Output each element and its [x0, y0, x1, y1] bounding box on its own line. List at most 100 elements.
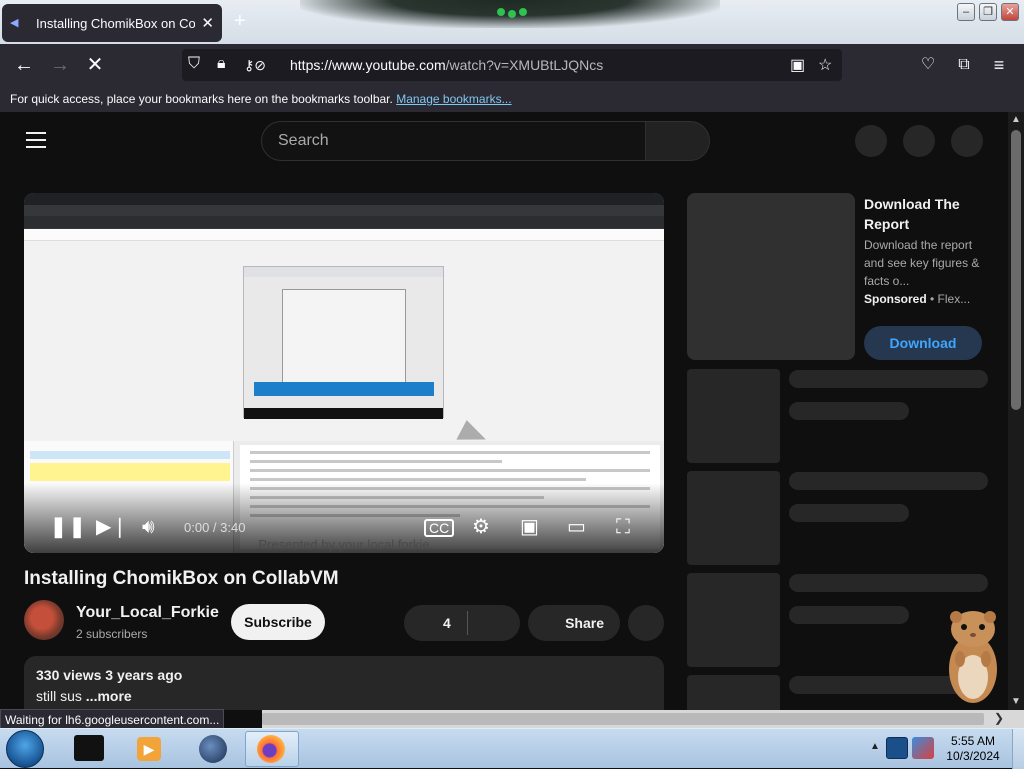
like-count: 4 [443, 615, 451, 631]
next-icon[interactable]: ▶❘ [96, 515, 128, 539]
bookmarks-toolbar: For quick access, place your bookmarks h… [0, 86, 1024, 112]
description-box[interactable]: 330 views 3 years ago still sus ...more [24, 656, 664, 710]
fullscreen-icon[interactable]: ⛶ [616, 515, 630, 539]
back-arrow-icon[interactable]: ← [11, 52, 37, 78]
miniplayer-icon[interactable]: ▣ [520, 515, 539, 539]
indicator-light [508, 10, 516, 18]
forward-arrow-icon[interactable]: → [47, 52, 73, 78]
create-button[interactable] [855, 125, 887, 157]
view-count-date: 330 views 3 years ago [36, 667, 183, 683]
lock-icon[interactable]: 🔒︎ [217, 55, 226, 73]
show-more-link[interactable]: ...more [82, 688, 132, 704]
taskbar-app-terminal[interactable] [62, 731, 116, 767]
recommendation-placeholder-line [789, 402, 909, 420]
account-avatar[interactable] [951, 125, 983, 157]
indicator-light [497, 8, 505, 16]
taskbar-app-media-player[interactable]: ▶ [122, 731, 176, 767]
youtube-page: Search ❚❚ ▶❘ 🔊︎ 0:00 / 3:40 CC ⚙ ▣ ▭ ⛶ P… [0, 112, 1008, 710]
video-caption-text: Presented by your local forkie [258, 537, 430, 552]
menu-icon[interactable]: ≡ [986, 52, 1012, 78]
taskbar: ▶ ▲ 5:55 AM 10/3/2024 [0, 728, 1024, 769]
channel-name[interactable]: Your_Local_Forkie [76, 604, 219, 622]
recommendation-placeholder-line [789, 472, 988, 490]
recommendation-placeholder [687, 369, 780, 463]
volume-icon[interactable]: 🔊︎ [142, 515, 155, 539]
tray-network-icon[interactable] [886, 737, 908, 759]
url-text[interactable]: https://www.youtube.com/watch?v=XMUBtLJQ… [290, 57, 603, 73]
permissions-icon[interactable]: ⚷⊘ [244, 57, 266, 74]
loading-icon: ◀ [10, 17, 19, 29]
taskbar-app-globe[interactable] [186, 731, 240, 767]
video-frame-browser-chrome [24, 193, 664, 229]
description-text: still sus [36, 688, 82, 704]
recommendation-placeholder-line [789, 504, 909, 522]
recommendation-placeholder [687, 675, 780, 710]
channel-avatar[interactable] [24, 600, 64, 640]
tray-volume-icon[interactable] [912, 737, 934, 759]
ad-thumbnail[interactable] [687, 193, 855, 360]
extensions-icon[interactable]: ⧉ [951, 52, 977, 78]
recommendation-placeholder-line [789, 370, 988, 388]
video-title: Installing ChomikBox on CollabVM [24, 568, 339, 589]
subscriber-count: 2 subscribers [76, 627, 148, 641]
recommendation-placeholder [687, 573, 780, 667]
video-frame-menu [24, 229, 664, 241]
recommendation-placeholder-line [789, 606, 909, 624]
scrollbar-thumb[interactable] [1011, 130, 1021, 410]
recommendation-placeholder [687, 471, 780, 565]
minimize-button[interactable]: – [957, 3, 975, 21]
video-frame-inner-window [243, 266, 444, 419]
reader-view-icon[interactable]: ▣ [790, 55, 805, 75]
status-bar-text: Waiting for lh6.googleusercontent.com... [0, 709, 225, 729]
share-button[interactable]: Share [528, 605, 620, 641]
captions-icon[interactable]: CC [424, 519, 455, 537]
ad-download-button[interactable]: Download [864, 326, 982, 360]
close-window-button[interactable]: ✕ [1001, 3, 1019, 21]
horizontal-scrollbar-thumb[interactable] [262, 713, 984, 725]
bookmarks-hint: For quick access, place your bookmarks h… [10, 92, 393, 106]
ad-sponsored-label: Sponsored • Flex... [864, 292, 971, 306]
guide-menu-icon[interactable] [26, 132, 46, 153]
settings-gear-icon[interactable]: ⚙ [472, 515, 490, 539]
time-display: 0:00 / 3:40 [184, 520, 246, 535]
stop-icon[interactable]: ✕ [82, 52, 108, 78]
show-desktop-button[interactable] [1012, 729, 1024, 769]
shield-icon[interactable]: ⛉ [188, 55, 200, 73]
notifications-button[interactable] [903, 125, 935, 157]
clock-date: 10/3/2024 [946, 749, 1000, 763]
tab-strip: ◀ Installing ChomikBox on Collab ✕ + – ❐… [0, 0, 1024, 44]
scroll-down-icon[interactable]: ▼ [1011, 696, 1021, 707]
recommendation-placeholder-line [789, 574, 988, 592]
vertical-scrollbar[interactable]: ▲ ▼ [1008, 112, 1024, 710]
tab-active[interactable]: ◀ Installing ChomikBox on Collab ✕ [2, 4, 222, 42]
hamster-sticker-image [949, 611, 997, 703]
pocket-icon[interactable]: ♡ [915, 52, 941, 78]
manage-bookmarks-link[interactable]: Manage bookmarks... [396, 92, 511, 106]
close-tab-icon[interactable]: ✕ [201, 14, 214, 32]
theater-icon[interactable]: ▭ [567, 515, 586, 539]
new-tab-button[interactable]: + [234, 10, 246, 33]
subscribe-button[interactable]: Subscribe [231, 604, 325, 640]
more-actions-button[interactable] [628, 605, 664, 641]
navigation-toolbar: ← → ✕ ⛉ 🔒︎ ⚷⊘ https://www.youtube.com/wa… [0, 44, 1024, 86]
scroll-up-icon[interactable]: ▲ [1011, 114, 1021, 125]
ad-description: Download the report and see key figures … [864, 238, 980, 288]
search-input[interactable]: Search [261, 121, 646, 161]
tab-title: Installing ChomikBox on Collab [36, 15, 196, 31]
search-button[interactable] [645, 121, 710, 161]
taskbar-app-firefox[interactable] [245, 731, 299, 767]
horizontal-scrollbar[interactable]: ❯ [262, 710, 1024, 728]
system-clock[interactable]: 5:55 AM 10/3/2024 [944, 734, 1002, 764]
indicator-light [519, 8, 527, 16]
start-button[interactable] [6, 730, 44, 768]
ad-title[interactable]: Download The Report [864, 194, 994, 234]
like-button[interactable]: 4 [404, 605, 520, 641]
video-player[interactable]: ❚❚ ▶❘ 🔊︎ 0:00 / 3:40 CC ⚙ ▣ ▭ ⛶ Presente… [24, 193, 664, 553]
scroll-right-icon[interactable]: ❯ [994, 711, 1004, 725]
tray-expand-icon[interactable]: ▲ [870, 741, 880, 752]
pause-icon[interactable]: ❚❚ [50, 515, 88, 539]
clock-time: 5:55 AM [950, 734, 996, 748]
url-bar[interactable]: ⛉ 🔒︎ ⚷⊘ https://www.youtube.com/watch?v=… [182, 49, 842, 81]
maximize-button[interactable]: ❐ [979, 3, 997, 21]
bookmark-star-icon[interactable]: ☆ [818, 55, 832, 75]
